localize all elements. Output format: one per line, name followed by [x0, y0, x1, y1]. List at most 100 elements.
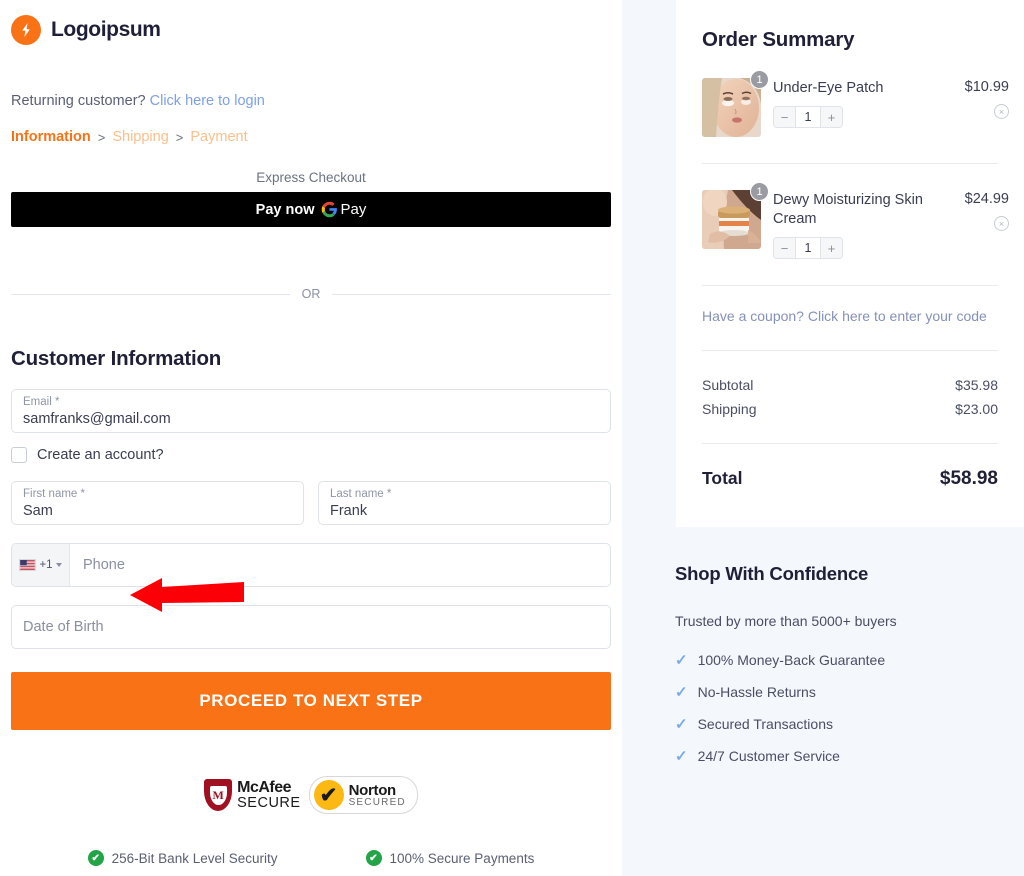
item-divider	[702, 163, 998, 164]
confidence-item-label: 24/7 Customer Service	[697, 748, 840, 764]
breadcrumb: Information > Shipping > Payment	[11, 129, 611, 145]
order-summary-card: Order Summary 1 Under-Eye Patch − 1 + $1…	[676, 0, 1024, 527]
norton-text: Norton SECURED	[349, 783, 406, 808]
mcafee-letter: M	[209, 785, 227, 805]
product-price-column: $24.99 ×	[947, 190, 1009, 259]
date-of-birth-field[interactable]: Date of Birth	[11, 605, 611, 649]
pay-now-label: Pay now	[255, 201, 315, 218]
confidence-list: ✓ 100% Money-Back Guarantee ✓ No-Hassle …	[675, 651, 1015, 765]
gpay-pay-label: Pay	[340, 201, 367, 218]
quantity-value[interactable]: 1	[796, 107, 820, 127]
confidence-item: ✓ Secured Transactions	[675, 715, 1015, 733]
quantity-increase-button[interactable]: +	[820, 107, 842, 127]
google-pay-icon: Pay	[321, 201, 366, 218]
first-name-label: First name *	[23, 488, 85, 500]
product-price: $10.99	[964, 79, 1009, 95]
checkout-page: Logoipsum Returning customer? Click here…	[0, 0, 1024, 876]
quantity-value[interactable]: 1	[796, 238, 820, 258]
site-logo[interactable]: Logoipsum	[11, 15, 611, 45]
security-item-secure-payments: ✔ 100% Secure Payments	[365, 850, 534, 866]
coupon-divider	[702, 285, 998, 286]
remove-item-icon[interactable]: ×	[994, 104, 1009, 119]
quantity-stepper[interactable]: − 1 +	[773, 106, 843, 128]
security-assurance-row: ✔ 256-Bit Bank Level Security ✔ 100% Sec…	[11, 850, 611, 866]
last-name-value: Frank	[330, 503, 368, 519]
order-line-item: 1 Under-Eye Patch − 1 + $10.99 ×	[702, 70, 1009, 137]
total-label: Total	[702, 468, 743, 488]
email-label: Email *	[23, 396, 60, 408]
norton-secured-badge-icon: ✔ Norton SECURED	[308, 776, 418, 814]
breadcrumb-separator-icon: >	[175, 129, 184, 145]
proceed-to-next-step-button[interactable]: PROCEED TO NEXT STEP	[11, 672, 611, 730]
coupon-link[interactable]: Have a coupon? Click here to enter your …	[702, 308, 1009, 324]
logo-text: Logoipsum	[51, 18, 161, 41]
blue-check-icon: ✓	[675, 652, 688, 669]
create-account-checkbox[interactable]	[11, 447, 27, 463]
confidence-item-label: Secured Transactions	[697, 716, 833, 732]
confidence-title: Shop With Confidence	[675, 563, 869, 584]
shipping-value: $23.00	[955, 401, 998, 417]
grand-total-row: Total $58.98	[702, 468, 1009, 490]
total-value: $58.98	[939, 468, 998, 489]
quantity-stepper[interactable]: − 1 +	[773, 237, 843, 259]
product-details: Dewy Moisturizing Skin Cream − 1 +	[773, 190, 935, 259]
product-name: Under-Eye Patch	[773, 80, 884, 96]
checkout-form-column: Logoipsum Returning customer? Click here…	[0, 0, 622, 876]
mcafee-line2: SECURE	[237, 794, 301, 811]
breadcrumb-step-information[interactable]: Information	[11, 129, 91, 145]
quantity-decrease-button[interactable]: −	[774, 107, 796, 127]
bolt-logo-icon	[11, 15, 41, 45]
confidence-item: ✓ 24/7 Customer Service	[675, 747, 1015, 765]
security-item-bank-level: ✔ 256-Bit Bank Level Security	[87, 850, 278, 866]
remove-item-icon[interactable]: ×	[994, 216, 1009, 231]
chevron-down-icon	[55, 563, 62, 567]
or-label: OR	[301, 287, 321, 301]
divider-line-left	[11, 293, 290, 295]
trust-badges-row: M McAfee SECURE ✔ Norton SECURED	[11, 776, 611, 814]
norton-line2: SECURED	[348, 796, 406, 808]
quantity-badge: 1	[750, 70, 769, 89]
phone-input[interactable]: Phone	[70, 544, 610, 586]
product-name: Dewy Moisturizing Skin Cream	[773, 192, 923, 227]
first-name-field[interactable]: First name * Sam	[11, 481, 304, 525]
last-name-field[interactable]: Last name * Frank	[318, 481, 611, 525]
breadcrumb-step-payment[interactable]: Payment	[190, 129, 247, 145]
google-pay-button[interactable]: Pay now Pay	[11, 192, 611, 227]
green-check-icon: ✔	[87, 850, 104, 866]
login-link[interactable]: Click here to login	[150, 93, 265, 109]
or-divider: OR	[11, 287, 611, 301]
product-image-skin-cream	[702, 190, 761, 249]
country-code-label: +1	[39, 559, 53, 571]
country-code-selector[interactable]: +1	[12, 544, 70, 586]
quantity-increase-button[interactable]: +	[820, 238, 842, 258]
norton-line1: Norton	[348, 781, 397, 799]
product-price: $24.99	[964, 191, 1009, 207]
confidence-item: ✓ No-Hassle Returns	[675, 683, 1015, 701]
security-label-1: 256-Bit Bank Level Security	[111, 850, 278, 866]
product-details: Under-Eye Patch − 1 +	[773, 78, 935, 137]
email-field[interactable]: Email * samfranks@gmail.com	[11, 389, 611, 433]
breadcrumb-step-shipping[interactable]: Shipping	[112, 129, 168, 145]
order-line-item: 1 Dewy Moisturizing Skin Cream − 1 + $24…	[702, 182, 1009, 259]
express-checkout-label: Express Checkout	[256, 170, 366, 185]
mcafee-shield-icon: M	[204, 779, 233, 811]
shop-with-confidence-section: Shop With Confidence Trusted by more tha…	[675, 563, 1015, 779]
mcafee-line1: McAfee	[237, 778, 292, 796]
product-thumbnail-wrap: 1	[702, 70, 769, 137]
quantity-decrease-button[interactable]: −	[774, 238, 796, 258]
product-image-under-eye-patch	[702, 78, 761, 137]
product-price-column: $10.99 ×	[947, 78, 1009, 137]
last-name-label: Last name *	[330, 488, 392, 500]
norton-check-glyph: ✔	[319, 783, 338, 807]
blue-check-icon: ✓	[675, 748, 688, 765]
create-account-row[interactable]: Create an account?	[11, 447, 611, 463]
email-value: samfranks@gmail.com	[23, 411, 171, 427]
phone-field[interactable]: +1 Phone	[11, 543, 611, 587]
product-thumbnail-wrap: 1	[702, 182, 769, 259]
date-of-birth-placeholder: Date of Birth	[23, 619, 104, 635]
first-name-value: Sam	[23, 503, 53, 519]
divider-line-right	[332, 293, 611, 295]
mcafee-secure-badge-icon: M McAfee SECURE	[204, 779, 300, 811]
confidence-item-label: 100% Money-Back Guarantee	[697, 652, 886, 668]
mcafee-text: McAfee SECURE	[237, 778, 301, 811]
